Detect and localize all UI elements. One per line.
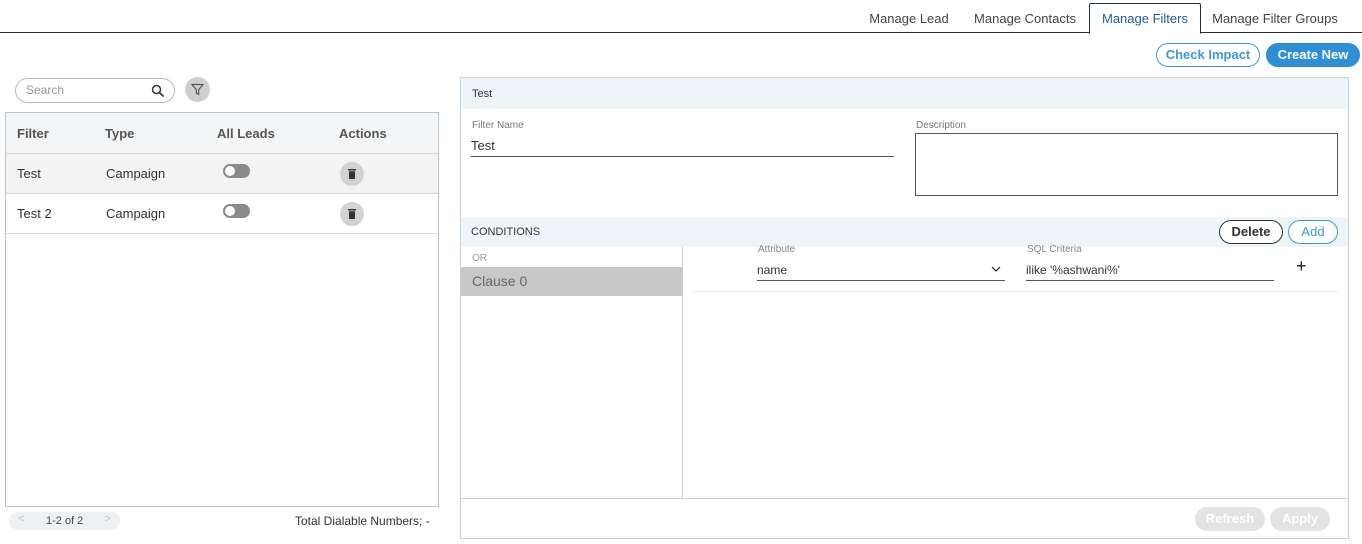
description-label: Description <box>916 120 967 131</box>
refresh-button[interactable]: Refresh <box>1195 507 1265 531</box>
header-all-leads: All Leads <box>217 126 275 141</box>
apply-button[interactable]: Apply <box>1270 507 1330 531</box>
funnel-icon <box>191 83 204 96</box>
chevron-down-icon <box>991 266 1001 272</box>
tab-manage-contacts[interactable]: Manage Contacts <box>968 4 1082 33</box>
header-type: Type <box>105 126 135 141</box>
next-page-button[interactable]: > <box>105 513 111 525</box>
tab-manage-lead[interactable]: Manage Lead <box>858 4 960 33</box>
top-tabbar: Manage Lead Manage Contacts Manage Filte… <box>0 0 1362 34</box>
filter-name-label: Filter Name <box>472 120 524 131</box>
table-row[interactable]: Test Campaign <box>6 154 438 194</box>
attribute-value: name <box>757 263 788 277</box>
header-actions: Actions <box>339 126 387 141</box>
panel-title: Test <box>472 88 493 100</box>
or-label: OR <box>472 253 487 264</box>
tab-manage-filter-groups[interactable]: Manage Filter Groups <box>1206 4 1344 33</box>
clause-item[interactable]: Clause 0 <box>461 267 682 296</box>
cell-filter: Test 2 <box>17 206 52 221</box>
trash-icon <box>348 169 356 179</box>
table-row[interactable]: Test 2 Campaign <box>6 194 438 234</box>
total-dialable-numbers: Total Dialable Numbers; - <box>295 514 430 528</box>
search-box <box>15 78 175 103</box>
filter-toggle-button[interactable] <box>185 77 210 102</box>
delete-condition-button[interactable]: Delete <box>1219 220 1283 244</box>
trash-icon <box>348 209 356 219</box>
all-leads-toggle[interactable] <box>223 204 250 218</box>
tab-manage-filters[interactable]: Manage Filters <box>1089 3 1201 34</box>
table-header: Filter Type All Leads Actions <box>6 113 438 154</box>
filter-detail-panel: Test Filter Name Test Description CONDIT… <box>460 77 1349 539</box>
description-field[interactable] <box>915 133 1338 196</box>
cell-filter: Test <box>17 166 41 181</box>
all-leads-toggle[interactable] <box>223 164 250 178</box>
divider <box>693 291 1338 292</box>
pagination: < 1-2 of 2 > <box>9 512 120 530</box>
attribute-select[interactable]: name <box>757 260 1005 281</box>
add-condition-button[interactable]: Add <box>1288 220 1338 244</box>
attribute-label: Attribute <box>758 244 796 255</box>
divider <box>461 498 1348 499</box>
page-indicator: 1-2 of 2 <box>46 515 84 527</box>
create-new-button[interactable]: Create New <box>1266 43 1360 67</box>
conditions-bar: CONDITIONS Delete Add <box>461 217 1348 247</box>
cell-type: Campaign <box>106 206 166 221</box>
sql-criteria-field[interactable]: ilike '%ashwani%' <box>1026 260 1274 281</box>
sql-criteria-label: SQL Criteria <box>1027 244 1082 255</box>
search-icon[interactable] <box>151 84 165 98</box>
add-criteria-icon[interactable]: + <box>1296 256 1307 277</box>
header-filter: Filter <box>17 126 49 141</box>
delete-row-button[interactable] <box>340 202 364 226</box>
delete-row-button[interactable] <box>340 162 364 186</box>
panel-header: Test <box>461 78 1348 109</box>
conditions-title: CONDITIONS <box>471 226 541 238</box>
search-input[interactable] <box>26 83 146 97</box>
check-impact-button[interactable]: Check Impact <box>1156 43 1260 67</box>
prev-page-button[interactable]: < <box>18 513 24 525</box>
page: Manage Lead Manage Contacts Manage Filte… <box>0 0 1362 544</box>
filters-table: Filter Type All Leads Actions Test Campa… <box>5 112 439 507</box>
filter-name-field[interactable]: Test <box>471 135 894 157</box>
cell-type: Campaign <box>106 166 166 181</box>
clause-list: OR Clause 0 <box>461 247 683 498</box>
